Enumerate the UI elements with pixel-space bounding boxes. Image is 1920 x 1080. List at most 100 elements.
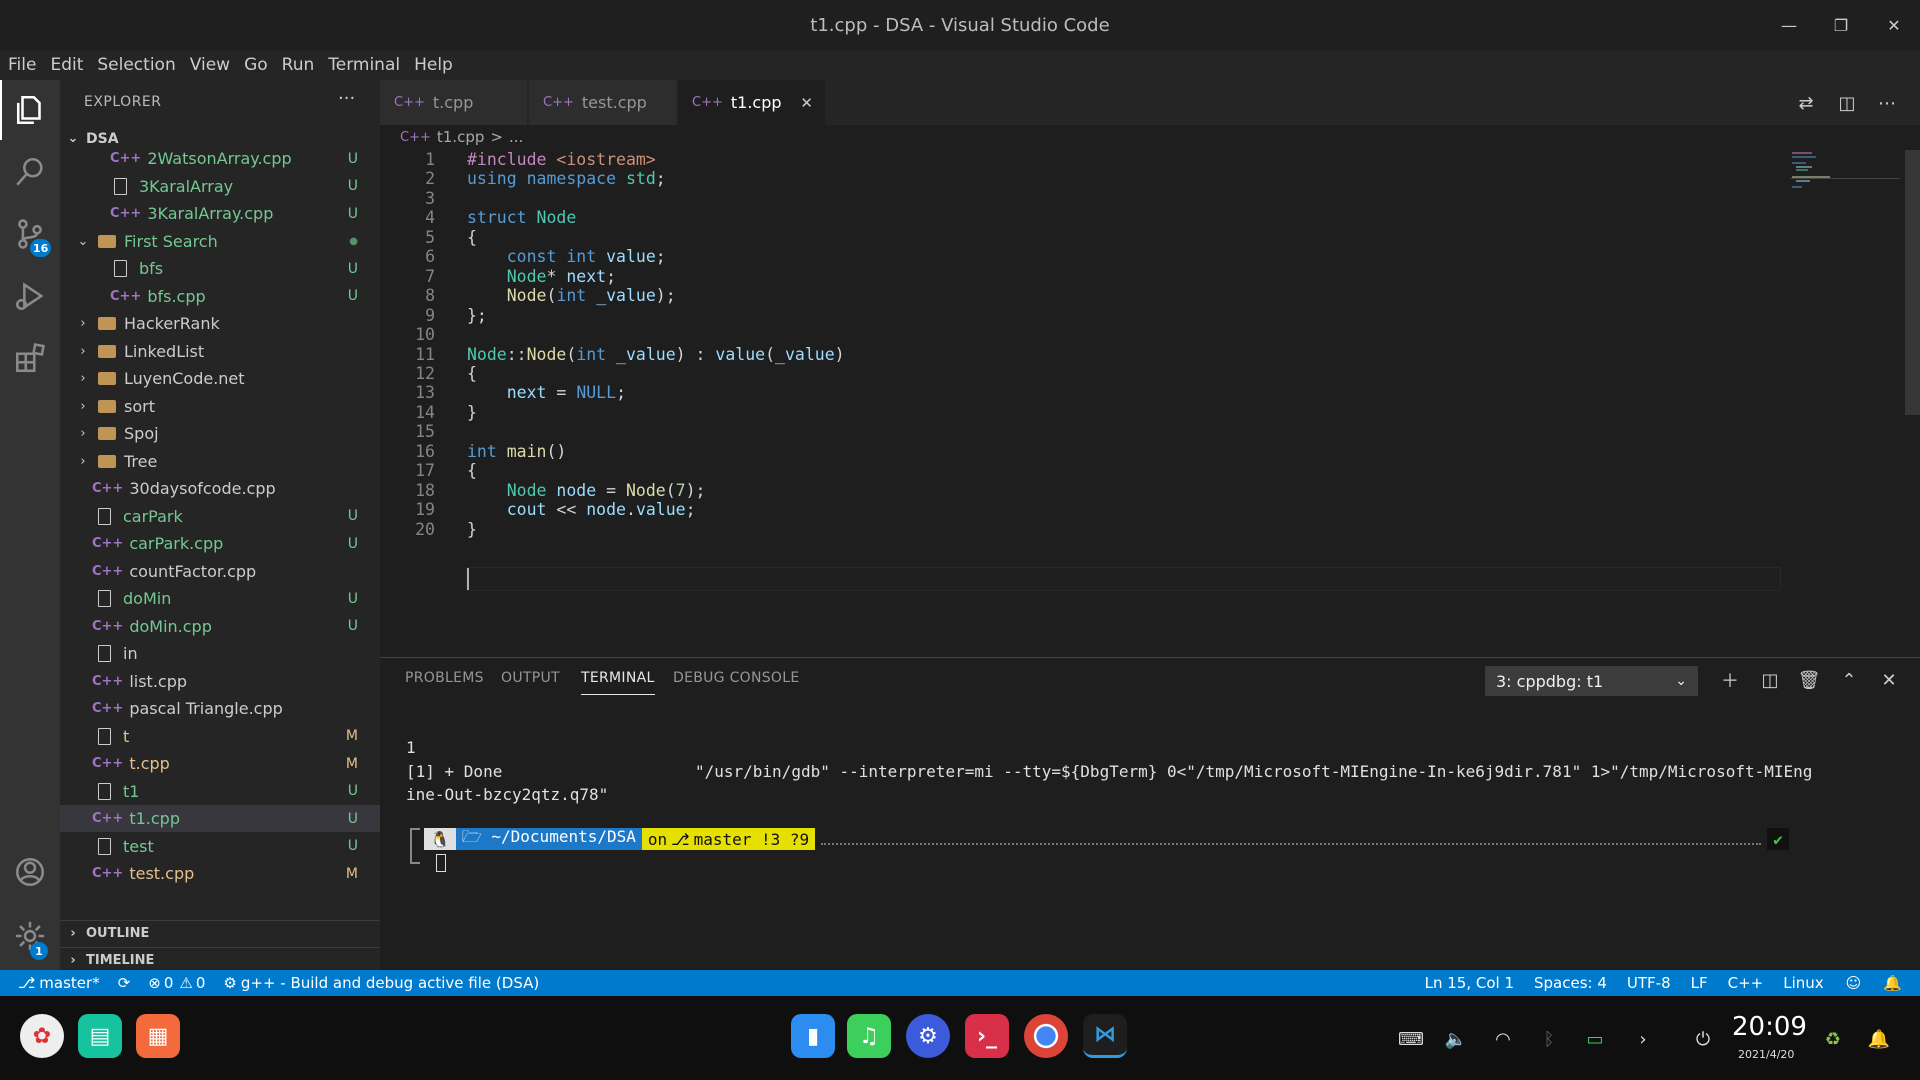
- chrome-icon[interactable]: [1024, 1014, 1068, 1058]
- tree-item[interactable]: › LuyenCode.net: [60, 365, 380, 392]
- split-editor-icon[interactable]: ◫: [1836, 92, 1858, 114]
- sync-icon[interactable]: ⟳: [118, 974, 131, 992]
- tab-terminal[interactable]: TERMINAL: [581, 670, 655, 695]
- run-debug-activity[interactable]: [0, 266, 60, 326]
- tree-item[interactable]: › sort: [60, 393, 380, 420]
- outline-section[interactable]: › OUTLINE: [60, 920, 380, 946]
- editor-more-icon[interactable]: ⋯: [1876, 92, 1898, 114]
- accounts-activity[interactable]: [0, 842, 60, 902]
- notifications-icon[interactable]: 🔔: [1883, 974, 1902, 992]
- trash-icon[interactable]: 🗑: [1797, 668, 1821, 692]
- multitask-icon[interactable]: ▤: [78, 1014, 122, 1058]
- maximize-panel-icon[interactable]: ⌃: [1837, 668, 1861, 692]
- tree-item[interactable]: doMin U: [60, 585, 380, 612]
- search-activity[interactable]: [0, 142, 60, 202]
- menu-help[interactable]: Help: [414, 55, 453, 75]
- bluetooth-icon[interactable]: ᛒ: [1536, 1026, 1562, 1052]
- wifi-icon[interactable]: ◠: [1490, 1026, 1516, 1052]
- eol-status[interactable]: LF: [1691, 974, 1708, 992]
- menu-selection[interactable]: Selection: [97, 55, 175, 75]
- keyboard-icon[interactable]: ⌨: [1398, 1026, 1424, 1052]
- tree-item[interactable]: C++ test.cpp M: [60, 860, 380, 887]
- split-terminal-icon[interactable]: ◫: [1758, 668, 1782, 692]
- minimize-button[interactable]: —: [1763, 0, 1815, 50]
- close-window-button[interactable]: ✕: [1868, 0, 1920, 50]
- editor-scrollbar[interactable]: [1905, 150, 1920, 415]
- tree-item[interactable]: › Tree: [60, 448, 380, 475]
- new-terminal-icon[interactable]: ＋: [1718, 668, 1742, 692]
- minimap[interactable]: [1790, 150, 1900, 190]
- branch-status[interactable]: master*: [39, 974, 99, 992]
- file-manager-icon[interactable]: ▮: [791, 1014, 835, 1058]
- tree-item[interactable]: test U: [60, 833, 380, 860]
- restore-button[interactable]: ❐: [1815, 0, 1867, 50]
- app-store-icon[interactable]: ▦: [136, 1014, 180, 1058]
- tree-item[interactable]: C++ 2WatsonArray.cpp U: [60, 145, 380, 172]
- explorer-more-button[interactable]: ···: [338, 88, 355, 109]
- tree-item[interactable]: › LinkedList: [60, 338, 380, 365]
- tree-item[interactable]: C++ carPark.cpp U: [60, 530, 380, 557]
- launcher-icon[interactable]: ✿: [20, 1014, 64, 1058]
- terminal-select[interactable]: 3: cppdbg: t1 ⌄: [1485, 666, 1698, 696]
- close-panel-icon[interactable]: ✕: [1877, 668, 1901, 692]
- tree-item[interactable]: C++ t.cpp M: [60, 750, 380, 777]
- error-count[interactable]: 0: [164, 974, 174, 992]
- tree-item[interactable]: t1 U: [60, 778, 380, 805]
- battery-icon[interactable]: ▭: [1582, 1026, 1608, 1052]
- debug-task-status[interactable]: g++ - Build and debug active file (DSA): [241, 974, 539, 992]
- tree-item[interactable]: C++ 30daysofcode.cpp: [60, 475, 380, 502]
- warning-count[interactable]: 0: [196, 974, 206, 992]
- tree-item[interactable]: in: [60, 640, 380, 667]
- menu-view[interactable]: View: [190, 55, 230, 75]
- music-icon[interactable]: ♫: [847, 1014, 891, 1058]
- tab-t-cpp[interactable]: C++ t.cpp: [380, 80, 528, 125]
- os-status[interactable]: Linux: [1783, 974, 1823, 992]
- tree-item[interactable]: 3KaralArray U: [60, 173, 380, 200]
- compare-changes-icon[interactable]: ⇄: [1795, 92, 1817, 114]
- language-status[interactable]: C++: [1728, 974, 1764, 992]
- tree-item[interactable]: C++ 3KaralArray.cpp U: [60, 200, 380, 227]
- chevron-right-icon[interactable]: ›: [1630, 1026, 1656, 1052]
- tree-item[interactable]: C++ doMin.cpp U: [60, 613, 380, 640]
- tab-test-cpp[interactable]: C++ test.cpp: [529, 80, 677, 125]
- tree-item[interactable]: tM: [60, 723, 380, 750]
- tree-item[interactable]: carPark U: [60, 503, 380, 530]
- encoding-status[interactable]: UTF-8: [1627, 974, 1671, 992]
- menu-run[interactable]: Run: [282, 55, 315, 75]
- breadcrumb-file[interactable]: t1.cpp: [437, 128, 484, 146]
- tab-debug-console[interactable]: DEBUG CONSOLE: [673, 670, 800, 686]
- explorer-activity[interactable]: [0, 80, 60, 140]
- power-icon[interactable]: ⏻: [1690, 1026, 1716, 1052]
- notification-center-icon[interactable]: 🔔: [1866, 1026, 1892, 1052]
- source-control-activity[interactable]: 16: [0, 204, 60, 264]
- terminal-app-icon[interactable]: ›_: [965, 1014, 1009, 1058]
- clock-time[interactable]: 20:09: [1732, 1012, 1807, 1042]
- vscode-icon[interactable]: ⋈: [1083, 1014, 1127, 1058]
- tree-item[interactable]: C++ bfs.cpp U: [60, 283, 380, 310]
- menu-terminal[interactable]: Terminal: [328, 55, 400, 75]
- tab-close-button[interactable]: ✕: [800, 94, 813, 112]
- tree-item[interactable]: › HackerRank: [60, 310, 380, 337]
- menu-file[interactable]: File: [8, 55, 36, 75]
- settings-app-icon[interactable]: ⚙: [906, 1014, 950, 1058]
- feedback-icon[interactable]: ☺: [1846, 974, 1862, 992]
- extensions-activity[interactable]: [0, 328, 60, 388]
- manage-activity[interactable]: 1: [0, 906, 60, 966]
- menu-go[interactable]: Go: [244, 55, 268, 75]
- indentation-status[interactable]: Spaces: 4: [1534, 974, 1607, 992]
- tab-t1-cpp[interactable]: C++ t1.cpp ✕: [678, 80, 826, 125]
- tree-item[interactable]: bfs U: [60, 255, 380, 282]
- tree-item[interactable]: ⌄ First Search ●: [60, 228, 380, 255]
- tab-output[interactable]: OUTPUT: [501, 670, 560, 686]
- cursor-position[interactable]: Ln 15, Col 1: [1425, 974, 1514, 992]
- tab-problems[interactable]: PROBLEMS: [405, 670, 484, 686]
- volume-icon[interactable]: 🔈: [1443, 1026, 1469, 1052]
- tree-item[interactable]: C++ countFactor.cpp: [60, 558, 380, 585]
- menu-edit[interactable]: Edit: [50, 55, 83, 75]
- trash-bin-icon[interactable]: ♻: [1820, 1026, 1846, 1052]
- breadcrumb-symbol[interactable]: ...: [509, 128, 523, 146]
- tree-item[interactable]: C++ t1.cpp U: [60, 805, 380, 832]
- tree-item[interactable]: › Spoj: [60, 420, 380, 447]
- tree-item[interactable]: C++ pascal Triangle.cpp: [60, 695, 380, 722]
- tree-item[interactable]: C++ list.cpp: [60, 668, 380, 695]
